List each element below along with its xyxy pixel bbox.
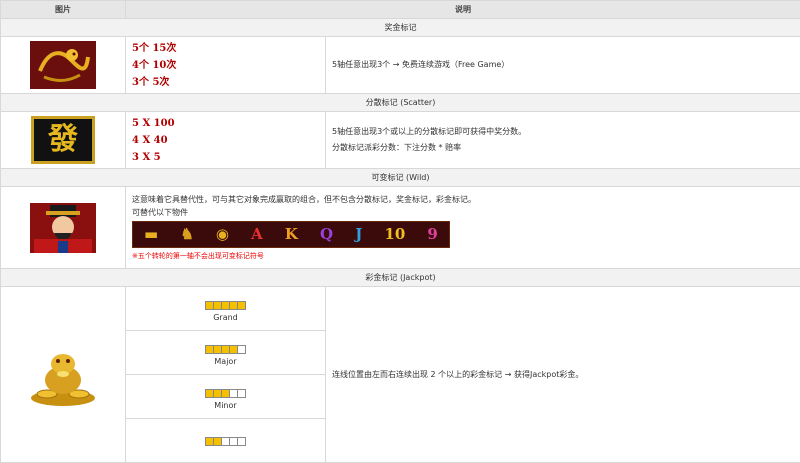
jackpot-minor-cell: Minor <box>126 375 326 419</box>
jackpot-image-cell <box>1 287 126 463</box>
paytable: 图片 说明 奖金标记 5个 15次 4个 10次 3个 5次 5轴任意出现3个 … <box>0 0 800 463</box>
coin-symbol: ◉ <box>216 228 229 241</box>
jackpot-grand-icon <box>126 301 325 310</box>
wild-description-cell: 这意味着它具替代性，可与其它对象完成赢取的组合，但不包含分散标记，奖金标记，彩金… <box>126 187 800 269</box>
header-description: 说明 <box>126 1 800 19</box>
section-bonus-title: 奖金标记 <box>1 19 800 37</box>
symbol-k: K <box>285 228 298 241</box>
jackpot-major-icon <box>126 345 325 354</box>
bonus-image-cell <box>1 37 126 94</box>
wild-desc-line2: 可替代以下物件 <box>132 206 794 219</box>
golden-dragon-icon <box>30 41 96 89</box>
scatter-pay-4: 4 X 40 <box>132 132 325 149</box>
bonus-pay-5: 5个 15次 <box>132 40 325 57</box>
bonus-description: 5轴任意出现3个 → 免费连续游戏（Free Game） <box>326 37 800 94</box>
bonus-pay-3: 3个 5次 <box>132 74 325 91</box>
wild-image-cell <box>1 187 126 269</box>
scatter-desc-line1: 5轴任意出现3个或以上的分散标记即可获得中奖分数。 <box>332 124 800 140</box>
bonus-pay-4: 4个 10次 <box>132 57 325 74</box>
scatter-description: 5轴任意出现3个或以上的分散标记即可获得中奖分数。 分散标记派彩分数：下注分数 … <box>326 112 800 169</box>
jackpot-grand-cell: Grand <box>126 287 326 331</box>
scatter-pay-3: 3 X 5 <box>132 149 325 166</box>
fa-character-icon: 發 <box>31 116 95 164</box>
wild-desc-line1: 这意味着它具替代性，可与其它对象完成赢取的组合，但不包含分散标记，奖金标记，彩金… <box>132 193 794 206</box>
header-image: 图片 <box>1 1 126 19</box>
gold-toad-symbol: ♞ <box>180 228 193 241</box>
scatter-desc-line2: 分散标记派彩分数：下注分数 * 赔率 <box>332 140 800 156</box>
jackpot-minor-label: Minor <box>126 401 325 410</box>
god-of-wealth-icon <box>30 203 96 253</box>
symbol-q: Q <box>320 228 333 241</box>
symbol-j: J <box>355 228 362 241</box>
golden-toad-coins-icon <box>27 342 99 408</box>
jackpot-mini-cell <box>126 419 326 463</box>
scatter-image-cell: 發 <box>1 112 126 169</box>
jackpot-minor-icon <box>126 389 325 398</box>
jackpot-mini-icon <box>126 437 325 446</box>
symbol-a: A <box>251 228 263 241</box>
jackpot-description: 连线位置由左而右连续出现 2 个以上的彩金标记 → 获得Jackpot彩金。 <box>326 287 800 463</box>
symbol-10: 10 <box>384 228 405 241</box>
bonus-pays: 5个 15次 4个 10次 3个 5次 <box>126 37 326 94</box>
section-wild-title: 可变标记 (Wild) <box>1 169 800 187</box>
gold-ingot-symbol: ▬ <box>144 228 158 241</box>
jackpot-grand-label: Grand <box>126 313 325 322</box>
wild-substitute-strip: ▬ ♞ ◉ A K Q J 10 9 <box>132 221 450 248</box>
section-jackpot-title: 彩金标记 (Jackpot) <box>1 269 800 287</box>
jackpot-major-cell: Major <box>126 331 326 375</box>
section-scatter-title: 分散标记 (Scatter) <box>1 94 800 112</box>
wild-note: ※五个转轮的第一轴不会出现可变标记符号 <box>132 250 794 263</box>
jackpot-major-label: Major <box>126 357 325 366</box>
symbol-9: 9 <box>427 228 437 241</box>
scatter-pays: 5 X 100 4 X 40 3 X 5 <box>126 112 326 169</box>
scatter-pay-5: 5 X 100 <box>132 115 325 132</box>
